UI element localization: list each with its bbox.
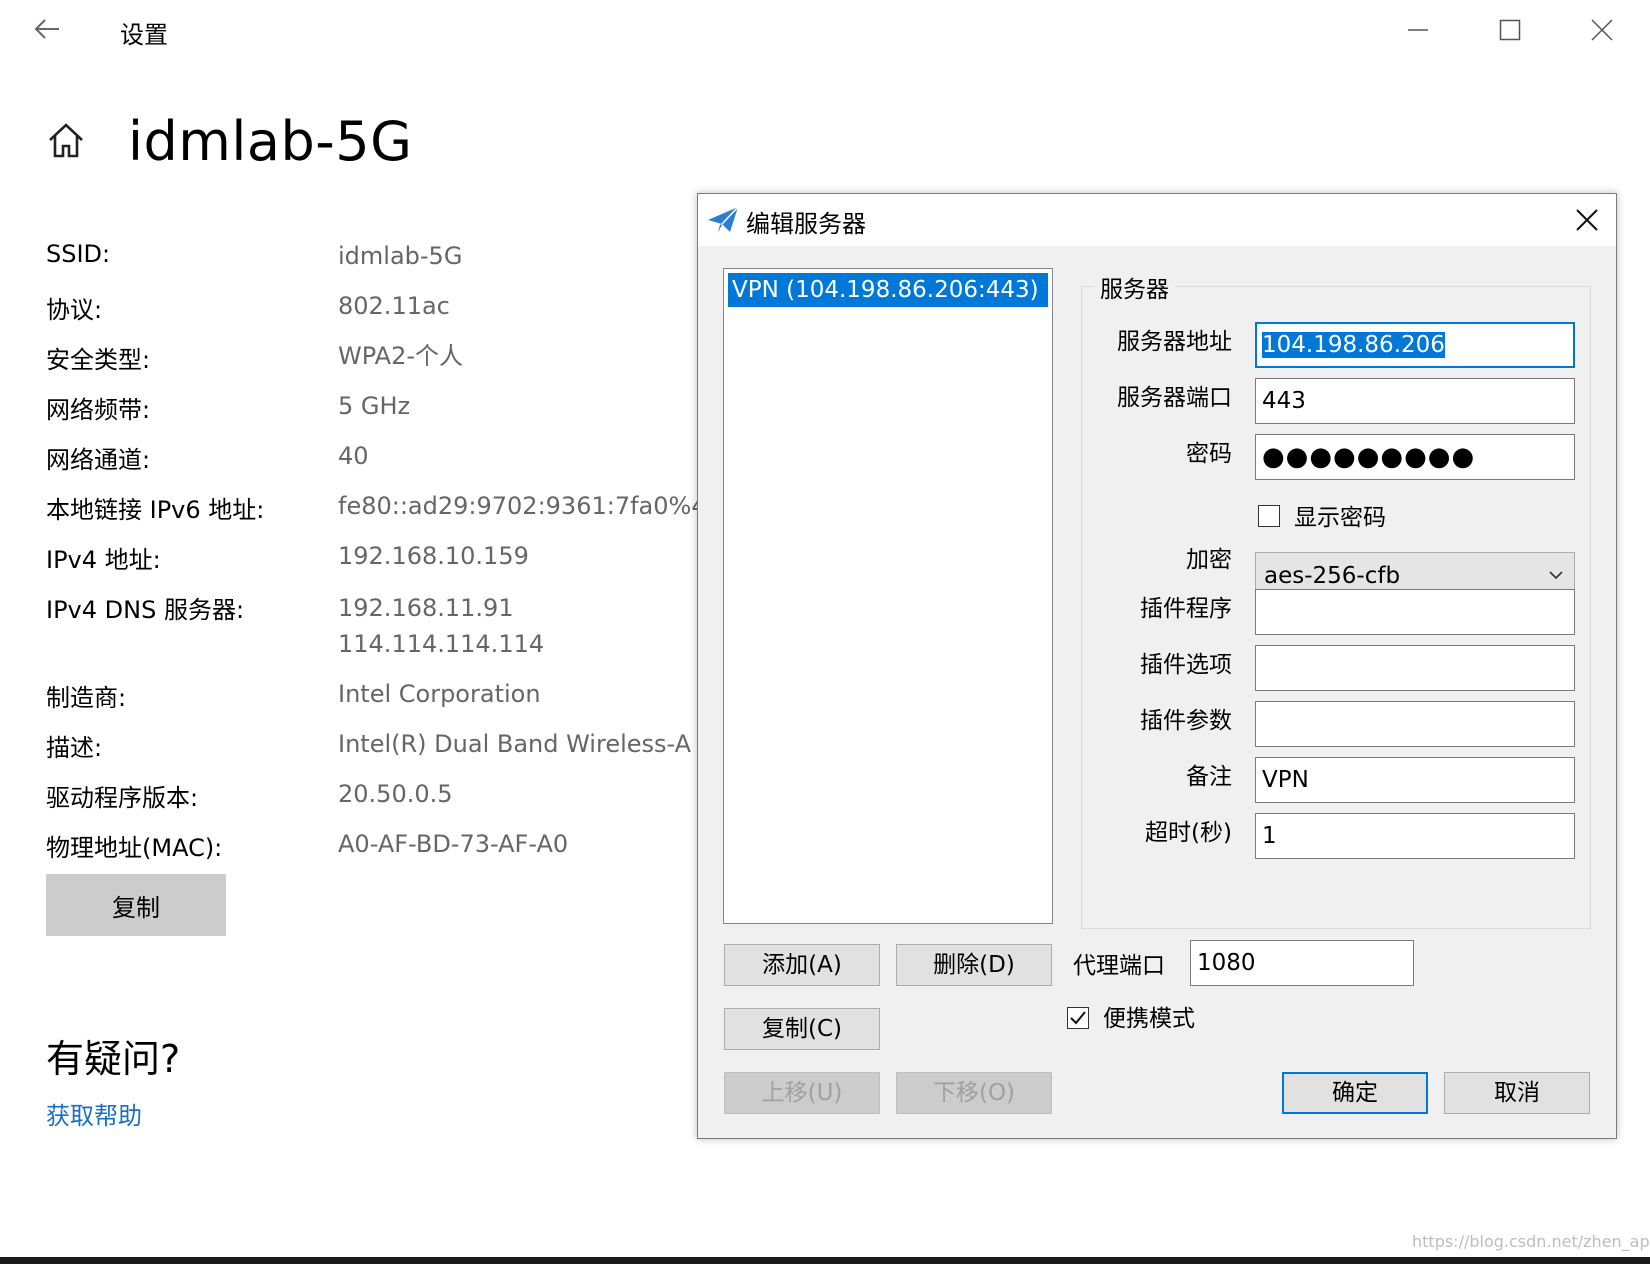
property-label: 网络通道: [46, 446, 151, 474]
plugin-program-label: 插件程序 [1140, 596, 1232, 622]
edit-server-dialog: 编辑服务器 VPN (104.198.86.206:443) 服务器 服务器地址… [697, 193, 1617, 1139]
plugin-options-input[interactable] [1255, 645, 1575, 691]
timeout-label: 超时(秒) [1145, 820, 1232, 846]
plugin-program-input[interactable] [1255, 589, 1575, 635]
minimize-icon [1408, 29, 1428, 31]
property-label: IPv4 地址: [46, 546, 161, 574]
maximize-button[interactable] [1490, 10, 1530, 50]
close-icon [1576, 209, 1598, 231]
page-title: idmlab-5G [128, 110, 413, 173]
back-button[interactable] [30, 12, 64, 46]
duplicate-server-button[interactable]: 复制(C) [724, 1008, 880, 1050]
dialog-title: 编辑服务器 [746, 210, 866, 238]
get-help-link[interactable]: 获取帮助 [46, 1096, 142, 1131]
cancel-button[interactable]: 取消 [1444, 1072, 1590, 1114]
server-address-input[interactable]: 104.198.86.206 [1255, 322, 1575, 368]
server-group-title: 服务器 [1094, 270, 1175, 304]
property-label: 制造商: [46, 684, 127, 712]
server-port-label: 服务器端口 [1117, 385, 1232, 411]
server-list[interactable]: VPN (104.198.86.206:443) [723, 268, 1053, 924]
property-label: 描述: [46, 734, 103, 762]
remarks-label: 备注 [1186, 764, 1232, 790]
property-value: 5 GHz [338, 392, 411, 420]
property-value: fe80::ad29:9702:9361:7fa0%4 [338, 492, 707, 520]
plugin-args-label: 插件参数 [1140, 708, 1232, 734]
home-icon[interactable] [44, 118, 88, 162]
proxy-port-input[interactable]: 1080 [1190, 940, 1414, 986]
bottom-border [0, 1257, 1650, 1264]
server-address-label: 服务器地址 [1117, 329, 1232, 355]
watermark-text: https://blog.csdn.net/zhen_apple [1412, 1232, 1650, 1251]
arrow-left-icon [34, 19, 59, 39]
help-heading: 有疑问? [46, 1037, 181, 1081]
property-label: 本地链接 IPv6 地址: [46, 496, 265, 524]
property-value: 20.50.0.5 [338, 780, 453, 808]
encryption-value: aes-256-cfb [1264, 563, 1401, 589]
property-value: 802.11ac [338, 292, 450, 320]
dialog-titlebar: 编辑服务器 [698, 194, 1616, 246]
delete-server-button[interactable]: 删除(D) [896, 944, 1052, 986]
property-label: 驱动程序版本: [46, 784, 199, 812]
portable-mode-label: 便携模式 [1103, 1006, 1195, 1032]
portable-mode-checkbox[interactable] [1067, 1007, 1089, 1029]
property-value: 114.114.114.114 [338, 630, 545, 658]
ok-button[interactable]: 确定 [1282, 1072, 1428, 1114]
plugin-args-input[interactable] [1255, 701, 1575, 747]
move-down-button[interactable]: 下移(O) [896, 1072, 1052, 1114]
server-list-item[interactable]: VPN (104.198.86.206:443) [728, 273, 1048, 307]
minimize-button[interactable] [1398, 10, 1438, 50]
paper-plane-icon [708, 206, 739, 233]
password-label: 密码 [1186, 441, 1232, 467]
window-title: 设置 [120, 21, 168, 49]
property-label: 网络频带: [46, 396, 151, 424]
property-value: Intel(R) Dual Band Wireless-A [338, 730, 692, 758]
property-label: 物理地址(MAC): [46, 834, 223, 862]
property-label: 安全类型: [46, 346, 151, 374]
property-label: 协议: [46, 296, 103, 324]
property-value: 192.168.11.91 [338, 594, 514, 622]
show-password-checkbox[interactable] [1258, 505, 1280, 527]
move-up-button[interactable]: 上移(U) [724, 1072, 880, 1114]
property-value: idmlab-5G [338, 242, 463, 270]
property-value: Intel Corporation [338, 680, 541, 708]
dialog-close-button[interactable] [1569, 202, 1605, 238]
show-password-label: 显示密码 [1294, 505, 1386, 531]
plugin-options-label: 插件选项 [1140, 652, 1232, 678]
proxy-port-label: 代理端口 [1073, 953, 1165, 979]
timeout-input[interactable]: 1 [1255, 813, 1575, 859]
property-value: WPA2-个人 [338, 342, 464, 370]
add-server-button[interactable]: 添加(A) [724, 944, 880, 986]
close-button[interactable] [1582, 10, 1622, 50]
server-port-input[interactable]: 443 [1255, 378, 1575, 424]
copy-button[interactable]: 复制 [46, 874, 226, 936]
settings-titlebar: 设置 [0, 0, 1650, 60]
checkmark-icon [1070, 1011, 1086, 1025]
property-label: IPv4 DNS 服务器: [46, 596, 245, 624]
password-input[interactable]: ●●●●●●●●● [1255, 434, 1575, 480]
property-label: SSID: [46, 240, 111, 268]
encryption-label: 加密 [1186, 547, 1232, 573]
server-address-value: 104.198.86.206 [1262, 332, 1445, 358]
remarks-input[interactable]: VPN [1255, 757, 1575, 803]
close-icon [1591, 19, 1613, 41]
property-value: 192.168.10.159 [338, 542, 529, 570]
property-value: 40 [338, 442, 369, 470]
property-value: A0-AF-BD-73-AF-A0 [338, 830, 569, 858]
maximize-icon [1499, 19, 1521, 41]
